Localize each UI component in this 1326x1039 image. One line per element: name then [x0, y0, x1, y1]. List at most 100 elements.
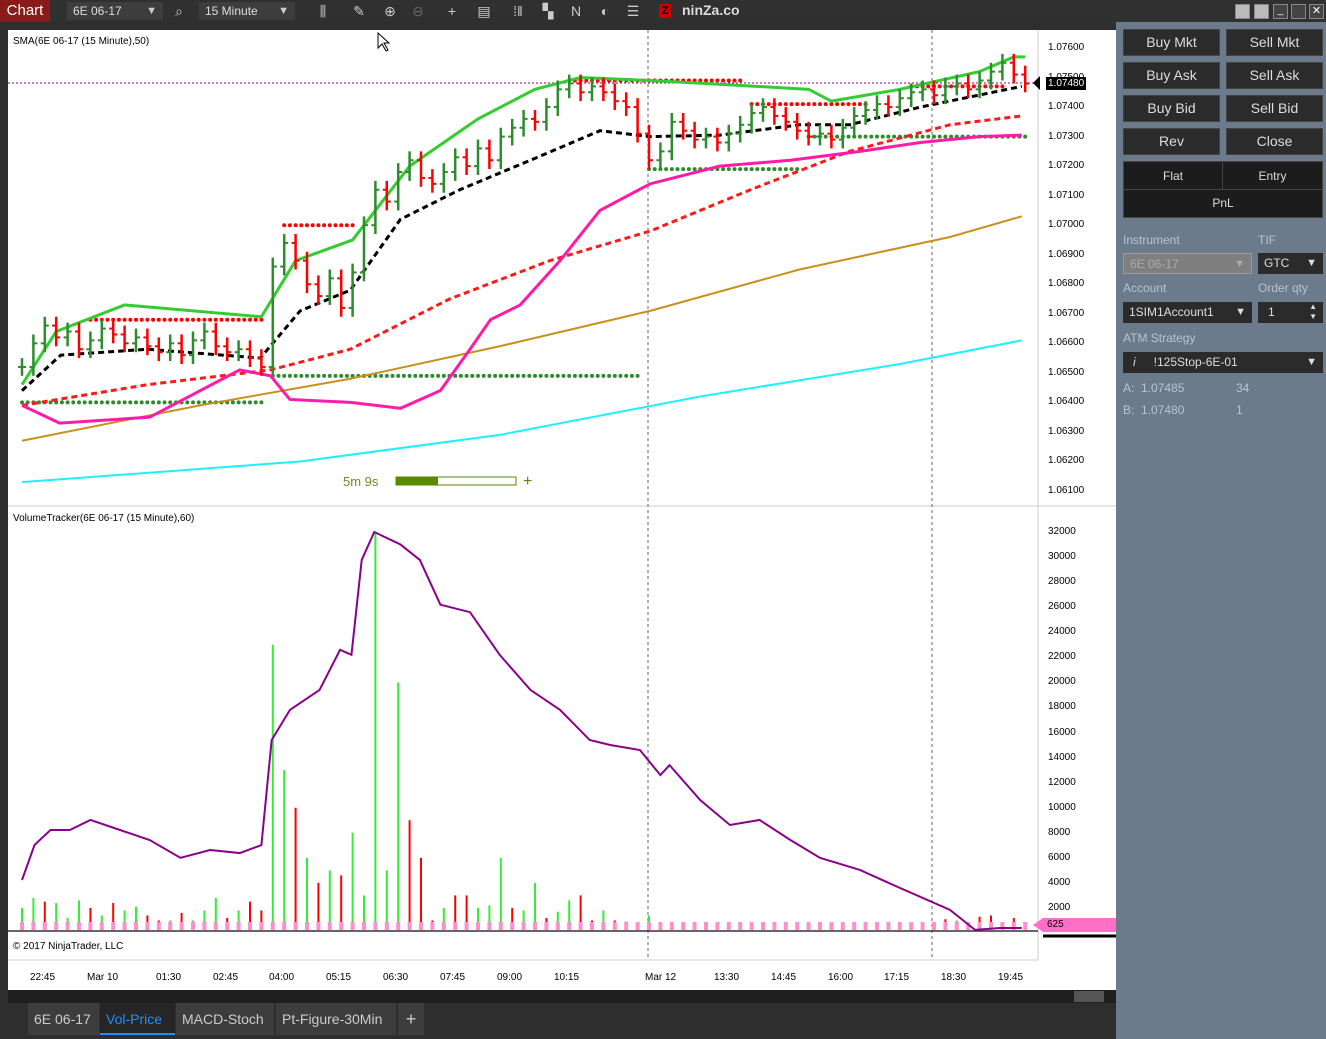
volume-base-marker [875, 922, 879, 930]
stop-dot [487, 373, 492, 378]
volume-base-marker [362, 922, 366, 930]
sell-mkt-button[interactable]: Sell Mkt [1226, 29, 1323, 56]
tab-vol-price[interactable]: Vol-Price [100, 1003, 175, 1035]
stop-dot [99, 400, 104, 405]
stop-dot [111, 400, 116, 405]
volume-base-marker [259, 922, 264, 930]
stop-dot [71, 400, 76, 405]
time-axis-tick: 16:00 [828, 972, 854, 983]
stop-dot [390, 373, 395, 378]
sell-ask-button[interactable]: Sell Ask [1226, 62, 1323, 89]
stop-dot [943, 134, 948, 139]
volume-base-marker [168, 922, 173, 930]
stop-dot [823, 102, 828, 107]
horizontal-scrollbar[interactable] [8, 990, 1116, 1003]
stop-dot [196, 317, 201, 322]
stop-dot [664, 167, 669, 172]
stop-dot [441, 373, 446, 378]
stop-dot [208, 317, 213, 322]
time-axis-tick: 17:15 [884, 972, 910, 983]
magenta-line [21, 133, 1022, 425]
volume-base-marker [772, 922, 777, 930]
stop-dot [293, 223, 298, 228]
volume-base-marker [578, 922, 583, 930]
volume-base-marker [749, 922, 754, 930]
time-axis-tick: 13:30 [714, 972, 740, 983]
add-tab-button[interactable]: + [398, 1003, 424, 1035]
stop-dot [379, 373, 384, 378]
rev-button[interactable]: Rev [1123, 128, 1220, 155]
buy-ask-button[interactable]: Buy Ask [1123, 62, 1220, 89]
qty-stepper[interactable]: 1 ▲ ▼ [1258, 302, 1323, 323]
stop-dot [122, 400, 127, 405]
stop-dot [681, 167, 686, 172]
stop-dot [914, 134, 919, 139]
stop-dot [789, 167, 794, 172]
close-button[interactable]: Close [1226, 128, 1323, 155]
stop-dot [783, 102, 788, 107]
stop-dot [971, 84, 976, 89]
stop-dot [196, 400, 201, 405]
stop-dot [510, 373, 515, 378]
tab-macd-stoch[interactable]: MACD-Stoch [176, 1003, 274, 1035]
stop-dot [344, 223, 349, 228]
stop-dot [116, 317, 121, 322]
stop-dot [960, 84, 965, 89]
volume-base-marker [77, 922, 81, 930]
stop-dot [230, 317, 235, 322]
stop-dot [806, 102, 811, 107]
tab-pt-figure[interactable]: Pt-Figure-30Min [276, 1003, 396, 1035]
position-display: Flat Entry PnL [1123, 161, 1323, 218]
stop-dot [835, 134, 840, 139]
stop-dot [829, 102, 834, 107]
atm-value: !125Stop-6E-01 [1153, 355, 1238, 369]
volume-base-marker [943, 922, 948, 930]
stop-dot [162, 400, 167, 405]
volume-base-marker [31, 922, 36, 930]
volume-base-marker [248, 922, 252, 930]
volume-base-marker [806, 922, 811, 930]
atm-select[interactable]: i !125Stop-6E-01 ▼ [1123, 352, 1323, 373]
ask-size: 34 [1236, 381, 1250, 395]
stop-dot [213, 317, 218, 322]
volume-axis-tick: 32000 [1048, 526, 1076, 537]
tif-label: TIF [1258, 233, 1276, 247]
bid-size: 1 [1236, 403, 1243, 417]
buy-bid-button[interactable]: Buy Bid [1123, 95, 1220, 122]
sell-bid-button[interactable]: Sell Bid [1226, 95, 1323, 122]
stop-dot [259, 317, 264, 322]
volume-base-marker [715, 922, 720, 930]
sma-line [20, 84, 1023, 392]
stop-dot [709, 78, 714, 83]
volume-base-marker [145, 922, 150, 930]
ask-price: 1.07485 [1141, 381, 1185, 395]
info-icon[interactable]: i [1133, 355, 1136, 369]
tif-select[interactable]: GTC ▼ [1258, 253, 1323, 274]
stop-dot [77, 400, 81, 405]
stop-dot [305, 373, 309, 378]
volume-axis-tick: 22000 [1048, 651, 1076, 663]
time-axis-tick: 01:30 [156, 972, 182, 983]
stepper-arrows-icon[interactable]: ▲ ▼ [1309, 302, 1317, 322]
stop-dot [778, 167, 783, 172]
tab-6e-06-17[interactable]: 6E 06-17 [28, 1003, 99, 1035]
stop-dot [498, 373, 503, 378]
volume-axis-tick: 30000 [1048, 551, 1076, 563]
stop-dot [151, 400, 156, 405]
price-axis-tick: 1.06700 [1048, 307, 1085, 319]
stop-dot [94, 400, 99, 405]
volume-base-marker [738, 922, 743, 930]
time-axis-tick: 02:45 [213, 972, 239, 983]
stop-dot [293, 373, 298, 378]
stop-dot [618, 373, 623, 378]
stop-dot [168, 317, 173, 322]
time-axis-tick: Mar 12 [645, 972, 677, 983]
stop-dot [287, 223, 292, 228]
stop-dot [738, 167, 743, 172]
volume-base-marker [99, 922, 104, 930]
account-select[interactable]: 1SIM1Account1 ▼ [1123, 302, 1252, 323]
stop-dot [732, 78, 737, 83]
stop-dot [1023, 134, 1028, 139]
scrollbar-thumb[interactable] [1074, 991, 1104, 1002]
buy-mkt-button[interactable]: Buy Mkt [1123, 29, 1220, 56]
